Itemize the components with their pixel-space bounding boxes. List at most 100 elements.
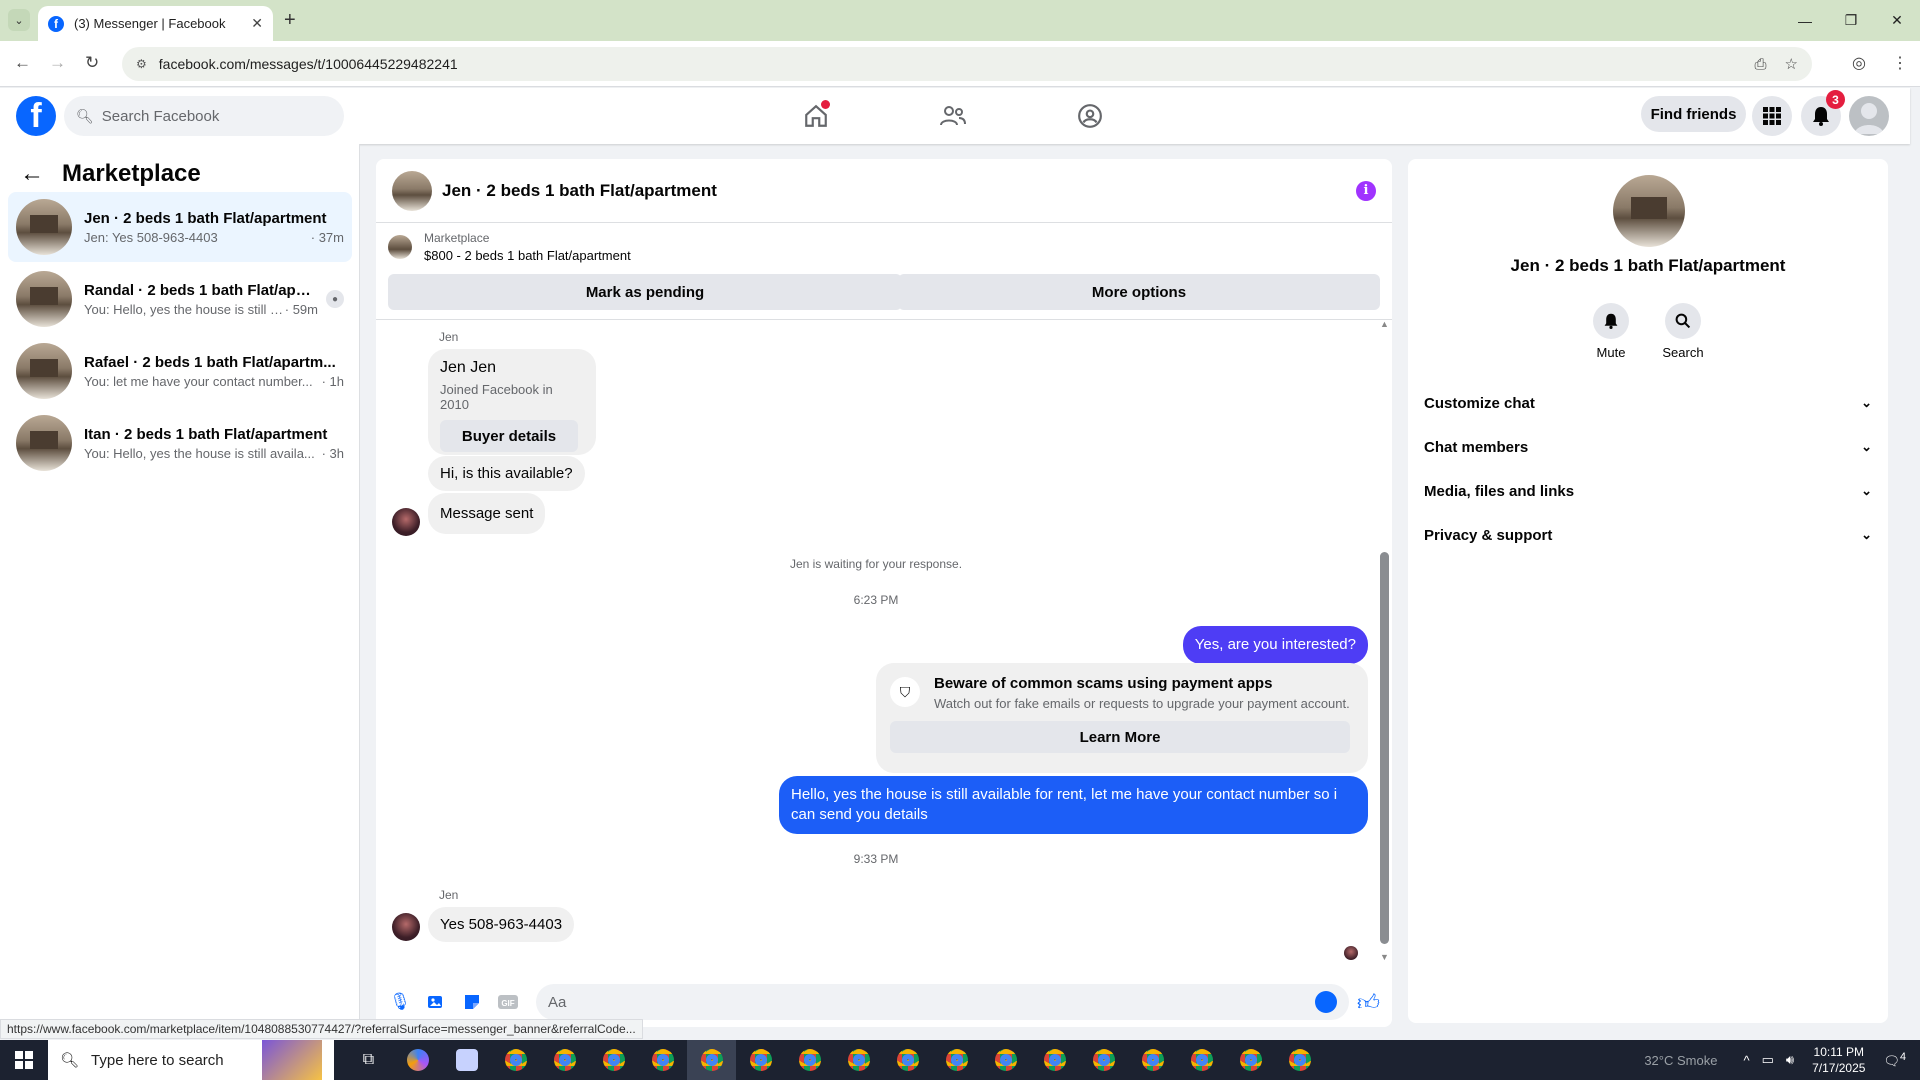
- info-icon[interactable]: i: [1356, 180, 1376, 201]
- conversation-preview: You: let me have your contact number...: [84, 373, 313, 389]
- chrome-icon[interactable]: [1128, 1040, 1177, 1080]
- weather-widget[interactable]: 32°C Smoke: [1644, 1053, 1717, 1068]
- tab-close-icon[interactable]: ✕: [251, 15, 263, 32]
- menu-grid-icon[interactable]: [1752, 96, 1792, 136]
- taskbar-search-placeholder: Type here to search: [91, 1051, 224, 1069]
- outgoing-message: Yes, are you interested?: [1182, 626, 1368, 664]
- browser-menu-icon[interactable]: ⋮: [1892, 53, 1908, 73]
- learn-more-button[interactable]: Learn More: [890, 721, 1350, 753]
- taskbar-search-input[interactable]: 🔍︎ Type here to search: [48, 1040, 334, 1080]
- search-icon: 🔍︎: [76, 107, 94, 124]
- chrome-icon[interactable]: [1177, 1040, 1226, 1080]
- details-listing-thumbnail[interactable]: [1613, 175, 1685, 247]
- home-icon[interactable]: [796, 100, 836, 132]
- scrollbar-thumb[interactable]: [1380, 552, 1389, 944]
- chrome-icon[interactable]: [540, 1040, 589, 1080]
- facebook-search-input[interactable]: 🔍︎ Search Facebook: [64, 96, 344, 136]
- conversation-item[interactable]: Jen · 2 beds 1 bath Flat/apartment Jen: …: [8, 192, 352, 262]
- address-bar[interactable]: ⚙ facebook.com/messages/t/10006445229482…: [122, 47, 1812, 81]
- chrome-icon[interactable]: [736, 1040, 785, 1080]
- sender-avatar[interactable]: [392, 508, 420, 536]
- listing-thumbnail: [16, 271, 72, 327]
- bell-icon: [1593, 303, 1629, 339]
- more-options-button[interactable]: More options: [898, 274, 1380, 310]
- conversation-item[interactable]: Randal · 2 beds 1 bath Flat/apart... You…: [8, 264, 352, 334]
- media-files-links-section[interactable]: Media, files and links ⌄: [1424, 469, 1872, 513]
- details-title: Jen · 2 beds 1 bath Flat/apartment: [1510, 256, 1786, 275]
- chrome-icon[interactable]: [491, 1040, 540, 1080]
- tray-chevron-icon[interactable]: ^: [1743, 1053, 1749, 1068]
- status-bar-link: https://www.facebook.com/marketplace/ite…: [0, 1019, 643, 1039]
- conversation-time: · 37m: [310, 229, 344, 245]
- photo-icon[interactable]: [424, 990, 448, 1014]
- taskbar-clock[interactable]: 10:11 PM 7/17/2025: [1812, 1044, 1865, 1076]
- copilot-icon[interactable]: [393, 1040, 442, 1080]
- section-label: Customize chat: [1424, 394, 1535, 412]
- mark-as-pending-button[interactable]: Mark as pending: [388, 274, 902, 310]
- find-friends-button[interactable]: Find friends: [1641, 96, 1746, 132]
- gif-icon[interactable]: GIF: [496, 990, 520, 1014]
- network-icon[interactable]: ▭: [1762, 1052, 1774, 1068]
- bookmark-star-icon[interactable]: ☆: [1785, 55, 1798, 73]
- chevron-down-icon: ⌄: [1861, 395, 1872, 410]
- scroll-down-icon[interactable]: ▼: [1380, 952, 1389, 962]
- chrome-icon[interactable]: [883, 1040, 932, 1080]
- mute-label: Mute: [1596, 345, 1626, 360]
- buyer-details-button[interactable]: Buyer details: [440, 420, 578, 452]
- chrome-icon[interactable]: [589, 1040, 638, 1080]
- close-window-icon[interactable]: ✕: [1874, 0, 1920, 41]
- chat-members-section[interactable]: Chat members ⌄: [1424, 425, 1872, 469]
- chat-title[interactable]: Jen · 2 beds 1 bath Flat/apartment: [442, 181, 1356, 201]
- chrome-icon[interactable]: [785, 1040, 834, 1080]
- back-arrow-icon[interactable]: ←: [20, 160, 44, 188]
- notification-center-icon[interactable]: 🗨︎4: [1883, 1051, 1906, 1069]
- privacy-support-section[interactable]: Privacy & support ⌄: [1424, 513, 1872, 557]
- thumbs-up-icon[interactable]: 👍︎: [1357, 989, 1380, 1016]
- new-tab-icon[interactable]: +: [284, 9, 296, 31]
- customize-chat-section[interactable]: Customize chat ⌄: [1424, 381, 1872, 425]
- conversation-name: Itan · 2 beds 1 bath Flat/apartment: [84, 425, 328, 443]
- chrome-icon[interactable]: [687, 1040, 736, 1080]
- search-conversation-button[interactable]: Search: [1653, 303, 1713, 360]
- chrome-icon[interactable]: [638, 1040, 687, 1080]
- chrome-icon[interactable]: [981, 1040, 1030, 1080]
- install-app-icon[interactable]: ⎙: [1755, 56, 1767, 73]
- friends-icon[interactable]: [933, 100, 973, 132]
- task-view-icon[interactable]: ⧉: [344, 1040, 393, 1080]
- forward-icon[interactable]: →: [49, 53, 66, 73]
- site-info-icon[interactable]: ⚙: [136, 57, 147, 71]
- chrome-icon[interactable]: [932, 1040, 981, 1080]
- emoji-icon[interactable]: [1315, 991, 1337, 1013]
- account-avatar[interactable]: [1849, 96, 1889, 136]
- windows-start-icon[interactable]: [0, 1040, 48, 1080]
- browser-tab[interactable]: f (3) Messenger | Facebook ✕: [38, 6, 273, 41]
- reload-icon[interactable]: ↻: [85, 53, 99, 73]
- chat-listing-thumbnail[interactable]: [392, 170, 432, 211]
- microphone-icon[interactable]: 🎙︎: [388, 990, 412, 1014]
- chrome-icon[interactable]: [1275, 1040, 1324, 1080]
- app-icon[interactable]: [442, 1040, 491, 1080]
- conversation-item[interactable]: Itan · 2 beds 1 bath Flat/apartment You:…: [8, 408, 352, 478]
- chat-scrollbar[interactable]: ▲ ▼: [1379, 319, 1389, 965]
- chrome-icon[interactable]: [1030, 1040, 1079, 1080]
- volume-icon[interactable]: 🔊︎: [1786, 1052, 1794, 1068]
- facebook-logo-icon[interactable]: f: [16, 96, 56, 136]
- sticker-icon[interactable]: [460, 990, 484, 1014]
- tab-search-icon[interactable]: ⌄: [8, 9, 30, 31]
- sender-avatar[interactable]: [392, 913, 420, 941]
- conversation-item[interactable]: Rafael · 2 beds 1 bath Flat/apartm... Yo…: [8, 336, 352, 406]
- scroll-up-icon[interactable]: ▲: [1380, 319, 1389, 329]
- chrome-icon[interactable]: [1226, 1040, 1275, 1080]
- chrome-icon[interactable]: [834, 1040, 883, 1080]
- restore-icon[interactable]: ❐: [1828, 0, 1874, 41]
- listing-banner[interactable]: Marketplace $800 - 2 beds 1 bath Flat/ap…: [388, 231, 631, 263]
- section-label: Media, files and links: [1424, 482, 1575, 500]
- minimize-icon[interactable]: —: [1782, 0, 1828, 41]
- chrome-icon[interactable]: [1079, 1040, 1128, 1080]
- mute-button[interactable]: Mute: [1581, 303, 1641, 360]
- back-icon[interactable]: ←: [14, 53, 31, 73]
- profile-icon[interactable]: ◎: [1852, 53, 1866, 73]
- message-input[interactable]: Aa: [536, 984, 1349, 1020]
- notifications-bell-icon[interactable]: 3: [1801, 90, 1845, 136]
- groups-icon[interactable]: [1070, 100, 1110, 132]
